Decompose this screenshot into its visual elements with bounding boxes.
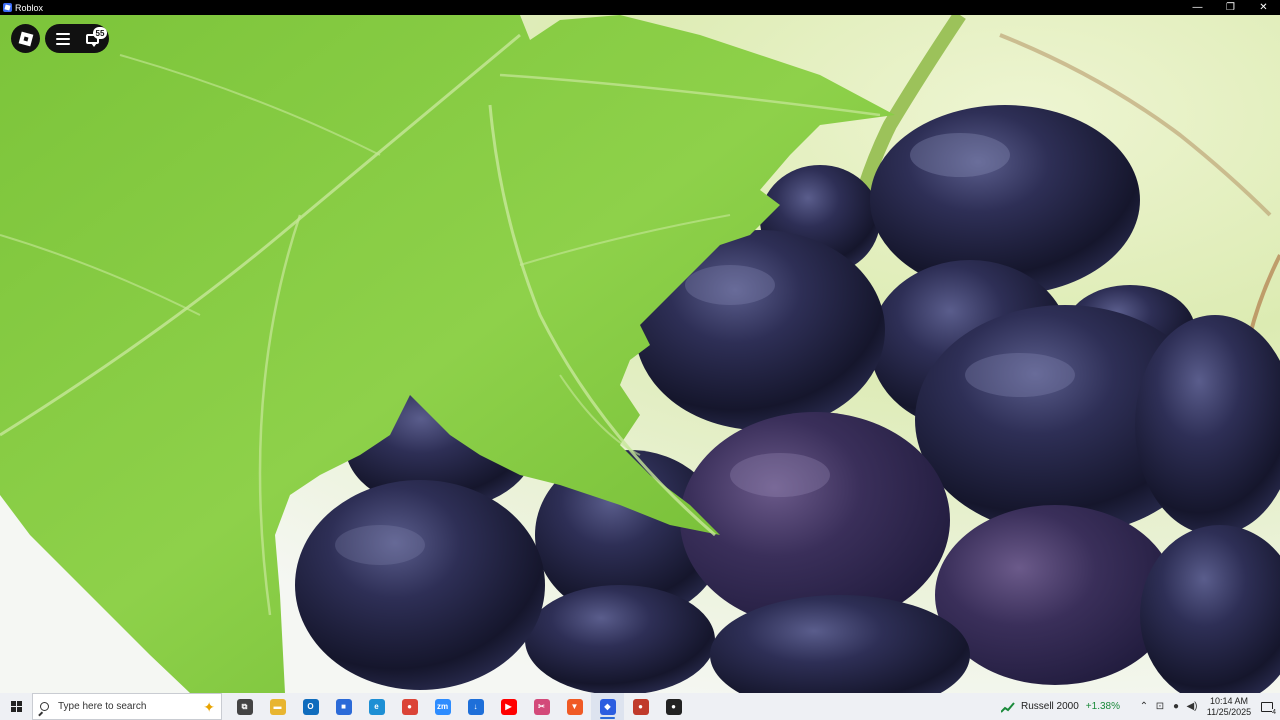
- roblox-player-icon: ●: [665, 698, 682, 715]
- hamburger-menu-button[interactable]: [48, 24, 78, 53]
- chrome-icon: ●: [401, 698, 418, 715]
- taskbar-app-roblox[interactable]: ◆: [591, 693, 624, 720]
- outlook-icon: O: [302, 698, 319, 715]
- roblox-menu-logo-button[interactable]: [11, 24, 40, 53]
- taskbar-app-roblox-player[interactable]: ●: [657, 693, 690, 720]
- chat-unread-badge: 55: [93, 27, 107, 39]
- taskbar-app-brave[interactable]: ▼: [558, 693, 591, 720]
- start-button[interactable]: [0, 693, 32, 720]
- clock-date: 11/25/2025: [1206, 706, 1252, 717]
- file-explorer-icon: ▬: [269, 698, 286, 715]
- stock-widget[interactable]: Russell 2000 +1.38%: [1000, 701, 1120, 713]
- stock-chart-icon: [1000, 701, 1015, 713]
- taskbar-app-downloads[interactable]: ↓: [459, 693, 492, 720]
- roblox-topbar-pill: 55: [45, 24, 109, 53]
- clock-time: 10:14 AM: [1209, 695, 1249, 706]
- notification-center-button[interactable]: 4: [1254, 693, 1280, 720]
- copilot-sparkle-icon[interactable]: ✦: [203, 699, 215, 716]
- zoom-icon: zm: [434, 698, 451, 715]
- microphone-icon[interactable]: ●: [1168, 693, 1184, 720]
- show-hidden-icons-chevron-icon[interactable]: ⌃: [1136, 693, 1152, 720]
- window-title-bar: Roblox — ❐ ✕: [0, 0, 1280, 15]
- brave-icon: ▼: [566, 698, 583, 715]
- taskbar-app-youtube[interactable]: ▶: [492, 693, 525, 720]
- taskbar-app-outlook[interactable]: O: [294, 693, 327, 720]
- stock-name: Russell 2000: [1020, 701, 1079, 712]
- notification-count: 4: [1272, 709, 1276, 716]
- taskbar-app-task-view[interactable]: ⧉: [228, 693, 261, 720]
- close-button[interactable]: ✕: [1247, 0, 1280, 15]
- restore-button[interactable]: ❐: [1214, 0, 1247, 15]
- stock-change: +1.38%: [1085, 701, 1120, 712]
- system-tray: Russell 2000 +1.38% ⌃ ⊡ ● ◀) 10:14 AM 11…: [1000, 693, 1280, 720]
- chrome-profile-icon: ●: [632, 698, 649, 715]
- chat-button[interactable]: 55: [78, 24, 107, 53]
- minimize-button[interactable]: —: [1181, 0, 1214, 15]
- taskbar-app-chrome[interactable]: ●: [393, 693, 426, 720]
- roblox-app-icon: [3, 3, 12, 12]
- windows-logo-icon: [10, 701, 22, 712]
- microsoft-store-icon: ■: [335, 698, 352, 715]
- downloads-icon: ↓: [467, 698, 484, 715]
- taskbar-app-edge[interactable]: e: [360, 693, 393, 720]
- grapes-scene: [0, 15, 1280, 693]
- network-icon[interactable]: ⊡: [1152, 693, 1168, 720]
- taskbar-search-box[interactable]: Type here to search ✦: [32, 693, 222, 720]
- clock[interactable]: 10:14 AM 11/25/2025: [1204, 696, 1254, 718]
- roblox-icon: ◆: [599, 698, 616, 715]
- pinned-apps: ⧉ ▬ O ■ e ● zm ↓ ▶ ✂ ▼ ◆ ● ●: [228, 693, 690, 720]
- volume-icon[interactable]: ◀): [1184, 693, 1200, 720]
- snipping-tool-icon: ✂: [533, 698, 550, 715]
- edge-icon: e: [368, 698, 385, 715]
- taskbar-app-microsoft-store[interactable]: ■: [327, 693, 360, 720]
- window-title: Roblox: [15, 2, 44, 13]
- roblox-logo-icon: [18, 31, 33, 46]
- game-viewport[interactable]: 55: [0, 15, 1280, 693]
- search-icon: [40, 702, 49, 711]
- taskbar-app-zoom[interactable]: zm: [426, 693, 459, 720]
- task-view-icon: ⧉: [236, 698, 253, 715]
- search-placeholder: Type here to search: [58, 701, 147, 712]
- taskbar-app-chrome-profile[interactable]: ●: [624, 693, 657, 720]
- youtube-icon: ▶: [500, 698, 517, 715]
- taskbar-app-file-explorer[interactable]: ▬: [261, 693, 294, 720]
- taskbar-app-snipping-tool[interactable]: ✂: [525, 693, 558, 720]
- windows-taskbar: Type here to search ✦ ⧉ ▬ O ■ e ● zm ↓ ▶ ✂ ▼ ◆ ● ● Ru…: [0, 693, 1280, 720]
